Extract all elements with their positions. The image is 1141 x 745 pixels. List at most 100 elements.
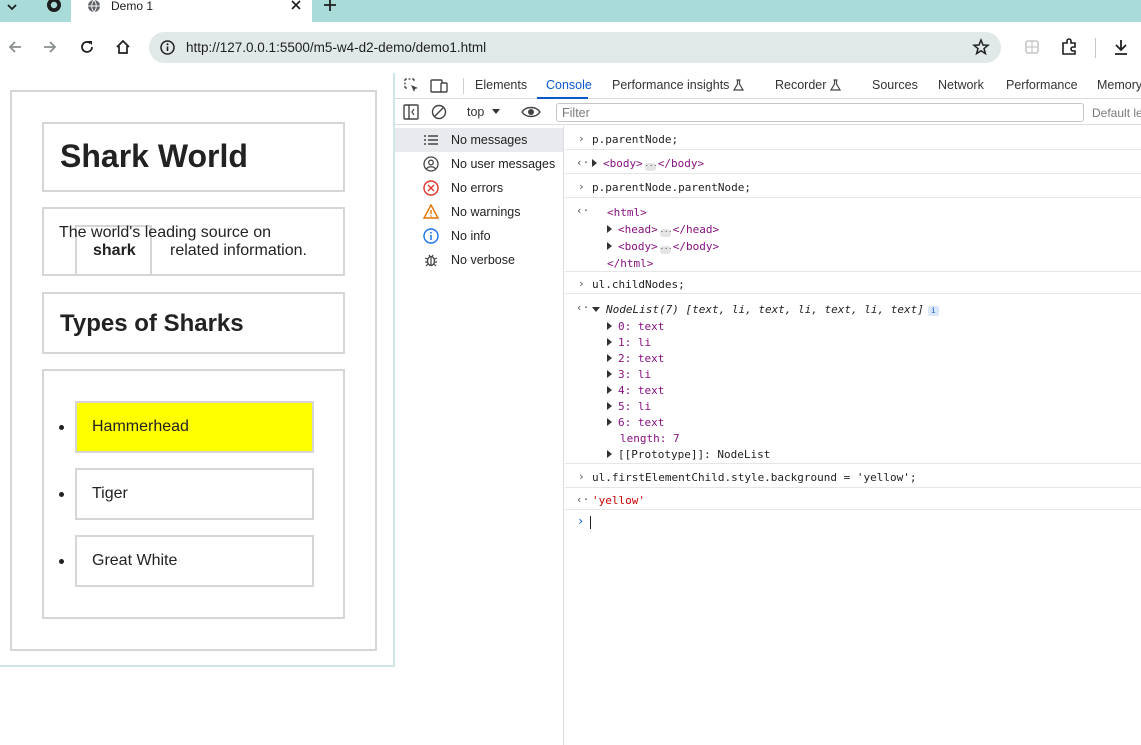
sidebar-item-errors[interactable]: No errors <box>395 176 563 200</box>
home-button[interactable] <box>113 37 133 57</box>
extension-button[interactable] <box>1022 37 1042 57</box>
list-item: Great White <box>59 535 314 587</box>
nodelist-summary-text: NodeList(7) [text, li, text, li, text, l… <box>606 303 924 316</box>
tree-node[interactable]: <body> ···</body> <box>607 240 719 254</box>
expand-triangle-icon[interactable] <box>607 418 612 426</box>
expand-triangle-icon[interactable] <box>607 402 612 410</box>
tab-performance-insights[interactable]: Performance insights <box>612 78 745 93</box>
body-box: Shark World shark The world's leading so… <box>10 90 377 651</box>
nodelist-entry[interactable]: 5: li <box>607 400 651 413</box>
sidebar-item-label: No warnings <box>451 205 521 219</box>
bookmark-star-icon[interactable] <box>972 38 990 56</box>
console-input-line: › ul.childNodes; <box>565 272 1141 294</box>
close-icon[interactable] <box>289 0 303 14</box>
nodelist-entry[interactable]: 1: li <box>607 336 651 349</box>
command-text[interactable]: ul.childNodes; <box>592 278 685 291</box>
tab-recorder[interactable]: Recorder <box>775 78 842 93</box>
nodelist-entry[interactable]: 4: text <box>607 384 664 397</box>
info-badge-icon[interactable]: i <box>927 306 939 316</box>
clear-console-icon[interactable] <box>430 103 448 121</box>
sidebar-item-messages[interactable]: No messages <box>395 128 563 152</box>
entry-text: 0: text <box>618 320 665 333</box>
list-item-label: Tiger <box>92 485 128 502</box>
intro-text: The world's leading source on <box>59 224 272 241</box>
console-prompt[interactable]: › <box>565 510 1141 534</box>
nodelist-entry[interactable]: 0: text <box>607 320 664 333</box>
tab-console[interactable]: Console <box>546 78 592 93</box>
expand-triangle-icon[interactable] <box>607 386 612 394</box>
expand-triangle-icon[interactable] <box>607 338 612 346</box>
sidebar-item-user-messages[interactable]: No user messages <box>395 152 563 176</box>
expand-triangle-icon[interactable] <box>607 370 612 378</box>
reload-button[interactable] <box>77 37 97 57</box>
browser-tab-active[interactable]: Demo 1 <box>71 0 312 22</box>
nodelist-entry[interactable]: 3: li <box>607 368 651 381</box>
tab-strip: Demo 1 <box>0 0 1141 22</box>
list-item-label: Hammerhead <box>92 418 189 435</box>
entry-text: 3: li <box>618 368 652 381</box>
return-arrow-icon: ‹· <box>576 156 590 169</box>
nodelist-entry[interactable]: 2: text <box>607 352 664 365</box>
sidebar-item-verbose[interactable]: No verbose <box>395 248 563 272</box>
expand-triangle-icon[interactable] <box>607 322 612 330</box>
tab-sources[interactable]: Sources <box>872 78 918 93</box>
expand-triangle-icon[interactable] <box>607 242 612 250</box>
intro-paragraph-box: shark The world's leading source on rela… <box>42 207 345 276</box>
console-result-line: ‹· <body> ···</body> <box>565 150 1141 174</box>
return-arrow-icon: ‹· <box>576 301 590 314</box>
expand-triangle-icon[interactable] <box>607 225 612 233</box>
expand-triangle-icon[interactable] <box>607 354 612 362</box>
nodelist-entry[interactable]: 6: text <box>607 416 664 429</box>
caret-down-icon[interactable] <box>492 109 500 114</box>
filter-input[interactable]: Filter <box>556 103 1084 122</box>
command-text[interactable]: ul.firstElementChild.style.background = … <box>592 471 917 484</box>
result-string[interactable]: 'yellow' <box>592 494 645 507</box>
sidebar-item-warnings[interactable]: No warnings <box>395 200 563 224</box>
length-entry: length: 7 <box>620 432 680 445</box>
collapse-triangle-icon[interactable] <box>592 307 600 312</box>
downloads-button[interactable] <box>1111 37 1131 57</box>
sidebar-item-label: No verbose <box>451 253 515 267</box>
sidebar-item-info[interactable]: No info <box>395 224 563 248</box>
heading-box: Shark World <box>42 122 345 192</box>
new-tab-plus-icon[interactable] <box>322 0 338 15</box>
url-text[interactable]: http://127.0.0.1:5500/m5-w4-d2-demo/demo… <box>186 40 486 55</box>
tag-text: </head> <box>672 223 720 236</box>
expand-triangle-icon[interactable] <box>592 159 597 167</box>
tag-text: </html> <box>607 257 654 270</box>
download-icon <box>1115 40 1127 55</box>
github-icon <box>47 0 61 12</box>
prompt-chevron-icon: › <box>577 514 585 528</box>
info-icon <box>423 228 439 244</box>
reload-icon <box>81 41 93 53</box>
log-levels-dropdown[interactable]: Default le <box>1092 106 1141 120</box>
tab-network[interactable]: Network <box>938 78 984 93</box>
extensions-menu-button[interactable] <box>1059 37 1079 57</box>
device-toolbar-icon[interactable] <box>430 77 448 95</box>
entry-text: 2: text <box>618 352 665 365</box>
tab-memory[interactable]: Memory <box>1097 78 1141 93</box>
sidebar-item-label: No messages <box>451 133 528 147</box>
nodelist-summary[interactable]: NodeList(7) [text, li, text, li, text, l… <box>592 303 939 316</box>
command-text[interactable]: p.parentNode.parentNode; <box>592 181 751 194</box>
forward-button[interactable] <box>40 37 60 57</box>
inspect-element-icon[interactable] <box>403 77 421 95</box>
tab-elements[interactable]: Elements <box>475 78 527 93</box>
eye-icon[interactable] <box>521 103 541 121</box>
tab-search-button[interactable] <box>0 0 24 14</box>
expand-triangle-icon[interactable] <box>607 450 612 458</box>
flask-icon <box>830 79 842 91</box>
pinned-tab-github[interactable] <box>42 0 66 14</box>
sidebar-toggle-icon[interactable] <box>402 103 420 121</box>
tab-title: Demo 1 <box>111 0 154 13</box>
prototype-entry[interactable]: [[Prototype]]: NodeList <box>607 448 770 461</box>
context-selector[interactable]: top <box>467 105 484 120</box>
site-info-icon[interactable] <box>159 39 176 56</box>
command-text[interactable]: p.parentNode; <box>592 133 678 146</box>
tab-performance[interactable]: Performance <box>1006 78 1078 93</box>
back-button[interactable] <box>5 37 25 57</box>
viewport-border <box>0 665 395 667</box>
tree-node[interactable]: <head> ···</head> <box>607 223 719 237</box>
result-tree[interactable]: <body> ···</body> <box>592 157 704 171</box>
address-bar[interactable]: http://127.0.0.1:5500/m5-w4-d2-demo/demo… <box>149 32 1001 63</box>
